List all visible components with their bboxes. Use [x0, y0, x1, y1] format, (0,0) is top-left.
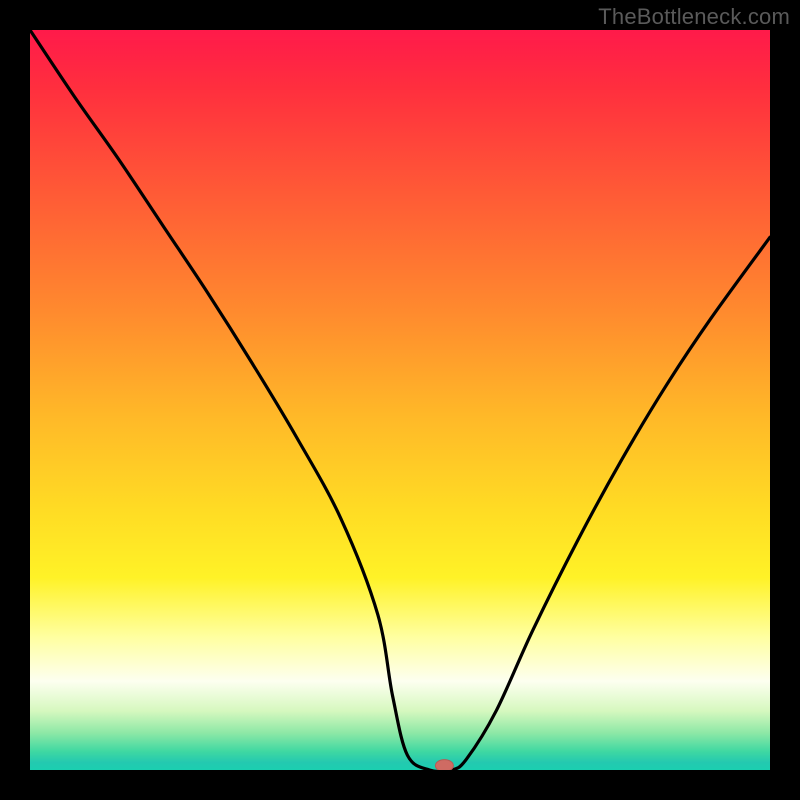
plot-area — [30, 30, 770, 770]
chart-svg — [30, 30, 770, 770]
watermark-text: TheBottleneck.com — [598, 4, 790, 30]
optimal-point-marker — [435, 760, 453, 770]
chart-frame: TheBottleneck.com — [0, 0, 800, 800]
bottleneck-curve-path — [30, 30, 770, 770]
